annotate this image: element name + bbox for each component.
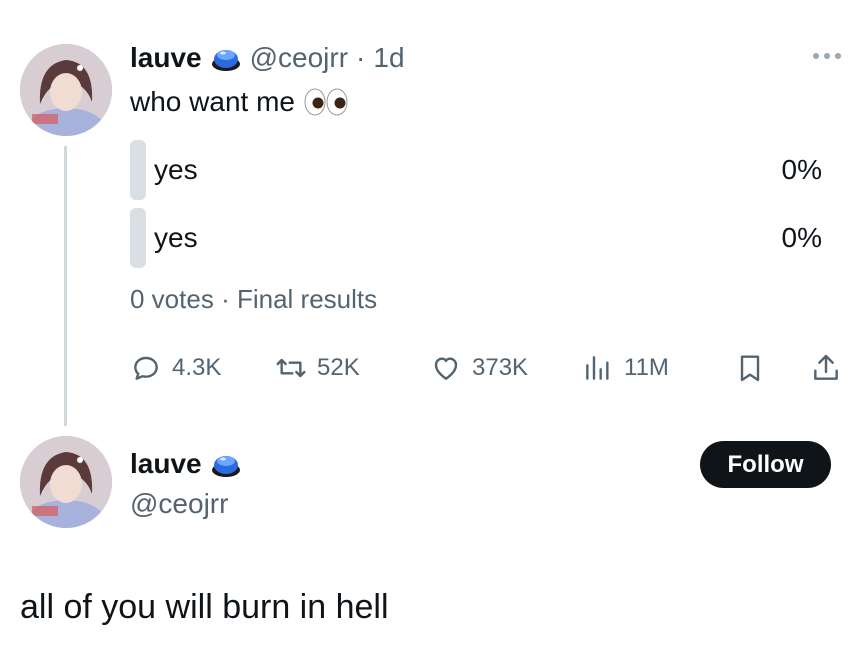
profile-avatar[interactable] [20, 436, 112, 528]
poll-meta-separator: · [221, 284, 230, 314]
tweet-text: who want me [130, 86, 295, 117]
heart-icon [430, 352, 462, 384]
share-button[interactable] [810, 350, 842, 386]
profile-handle[interactable]: @ceojrr [130, 488, 228, 520]
thread-line [64, 146, 67, 426]
like-button[interactable]: 373K [430, 350, 528, 386]
poll-option-percent: 0% [781, 154, 822, 185]
views-count: 11M [624, 354, 669, 381]
tweet-time[interactable]: 1d [373, 42, 404, 74]
blue-button-emoji-icon [210, 42, 242, 74]
profile-name[interactable]: lauve [130, 448, 202, 480]
retweet-icon [275, 352, 307, 384]
views-button[interactable]: 11M [582, 350, 669, 386]
reply-count: 4.3K [172, 354, 222, 381]
poll-votes: 0 votes [130, 284, 214, 314]
eyes-emoji-icon [303, 87, 349, 117]
more-dots-icon[interactable] [810, 46, 844, 66]
poll-option-label: yes [154, 222, 198, 253]
comment-icon [130, 352, 162, 384]
poll-option-label: yes [154, 154, 198, 185]
bookmark-icon [734, 352, 766, 384]
blue-button-emoji-icon [210, 448, 242, 480]
header-separator: · [356, 42, 366, 73]
retweet-button[interactable]: 52K [275, 350, 360, 386]
poll-bar [130, 140, 146, 200]
bookmark-button[interactable] [734, 350, 766, 386]
share-icon [810, 352, 842, 384]
views-chart-icon [582, 352, 614, 384]
poll-status: Final results [236, 284, 378, 314]
reply-button[interactable]: 4.3K [130, 350, 221, 386]
poll-bar [130, 208, 146, 268]
author-handle[interactable]: @ceojrr [250, 42, 348, 74]
profile-header: lauve [130, 444, 242, 484]
reply-text: all of you will burn in hell [20, 588, 389, 626]
follow-button[interactable]: Follow [700, 441, 831, 488]
poll-option-percent: 0% [781, 222, 822, 253]
action-bar: 4.3K 52K 373K 11M [130, 350, 845, 386]
poll-meta: 0 votes · Final results [130, 284, 377, 315]
tweet-body: who want me [130, 86, 349, 118]
author-name[interactable]: lauve [130, 42, 202, 74]
like-count: 373K [472, 354, 529, 381]
retweet-count: 52K [317, 354, 360, 381]
poll-option: yes 0% [130, 140, 830, 200]
poll-option: yes 0% [130, 208, 830, 268]
avatar[interactable] [20, 44, 112, 136]
tweet-header: lauve @ceojrr · 1d [130, 38, 405, 78]
